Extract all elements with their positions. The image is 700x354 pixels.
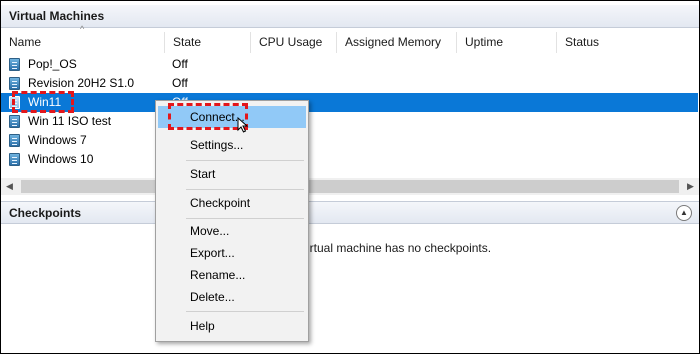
checkpoints-header: Checkpoints bbox=[1, 201, 699, 224]
vm-row[interactable]: Win 11 ISO test bbox=[1, 112, 698, 131]
menu-item-start[interactable]: Start bbox=[158, 163, 306, 185]
column-header-cpu-usage[interactable]: CPU Usage bbox=[251, 32, 337, 53]
no-checkpoints-message: irtual machine has no checkpoints. bbox=[307, 241, 492, 255]
scroll-left-icon[interactable]: ◀ bbox=[1, 178, 18, 195]
scroll-right-icon[interactable]: ▶ bbox=[682, 178, 699, 195]
vm-state: Off bbox=[172, 76, 188, 90]
virtual-machine-icon bbox=[9, 77, 20, 90]
vm-column-headers: Name State CPU Usage Assigned Memory Upt… bbox=[1, 32, 698, 53]
scrollbar-thumb[interactable] bbox=[21, 180, 679, 193]
menu-item-help[interactable]: Help bbox=[158, 315, 306, 337]
vm-row[interactable]: Windows 7 bbox=[1, 131, 698, 150]
menu-item-move[interactable]: Move... bbox=[158, 220, 306, 242]
vm-row-selected[interactable]: Win11 Off bbox=[1, 93, 698, 112]
virtual-machine-icon bbox=[9, 134, 20, 147]
vm-name: Windows 10 bbox=[28, 152, 94, 166]
vm-state: Off bbox=[172, 57, 188, 71]
virtual-machine-icon bbox=[9, 58, 20, 71]
vm-name: Pop!_OS bbox=[28, 57, 77, 71]
menu-separator bbox=[186, 160, 304, 161]
column-header-assigned-memory[interactable]: Assigned Memory bbox=[337, 32, 457, 53]
menu-item-export[interactable]: Export... bbox=[158, 242, 306, 264]
vm-row[interactable]: Revision 20H2 S1.0 Off bbox=[1, 74, 698, 93]
virtual-machines-title: Virtual Machines bbox=[9, 9, 105, 23]
vm-row[interactable]: Pop!_OS Off bbox=[1, 55, 698, 74]
menu-separator bbox=[186, 311, 304, 312]
vm-name: Windows 7 bbox=[28, 133, 87, 147]
column-header-state[interactable]: State bbox=[165, 32, 251, 53]
column-header-status[interactable]: Status bbox=[557, 32, 698, 53]
mouse-cursor-icon bbox=[237, 117, 249, 133]
virtual-machines-header: Virtual Machines bbox=[1, 5, 699, 28]
virtual-machine-icon bbox=[9, 153, 20, 166]
collapse-section-icon[interactable]: ▲ bbox=[676, 205, 692, 221]
column-header-name[interactable]: Name bbox=[1, 32, 165, 53]
menu-item-settings[interactable]: Settings... bbox=[158, 134, 306, 156]
vm-context-menu: Connect... Settings... Start Checkpoint … bbox=[155, 100, 309, 342]
vm-row[interactable]: Windows 10 bbox=[1, 150, 698, 169]
menu-separator bbox=[186, 189, 304, 190]
horizontal-scrollbar[interactable]: ◀ ▶ bbox=[1, 178, 699, 195]
sort-ascending-icon: ^ bbox=[80, 24, 85, 34]
virtual-machine-icon bbox=[9, 115, 20, 128]
menu-item-delete[interactable]: Delete... bbox=[158, 286, 306, 308]
checkpoints-title: Checkpoints bbox=[9, 206, 82, 220]
annotation-highlight-win11 bbox=[12, 91, 74, 113]
hyper-v-window bbox=[0, 0, 700, 354]
menu-item-checkpoint[interactable]: Checkpoint bbox=[158, 192, 306, 214]
vm-name: Win 11 ISO test bbox=[28, 114, 112, 128]
column-header-uptime[interactable]: Uptime bbox=[457, 32, 557, 53]
menu-separator bbox=[186, 218, 304, 219]
menu-item-rename[interactable]: Rename... bbox=[158, 264, 306, 286]
annotation-highlight-connect bbox=[168, 103, 248, 130]
